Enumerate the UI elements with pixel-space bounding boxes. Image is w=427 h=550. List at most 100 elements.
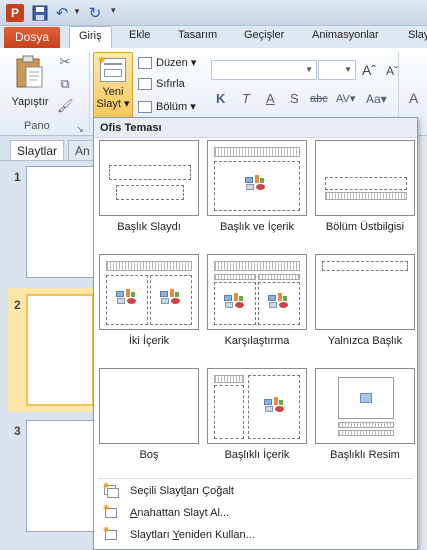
layout-name: Boş (139, 449, 159, 461)
menu-item-label: Seçili Slaytları Çoğalt (130, 485, 234, 497)
bold-button[interactable]: K (216, 91, 225, 106)
font-name-combobox[interactable]: ▼ (211, 60, 317, 80)
reset-button[interactable]: Sıfırla (138, 78, 185, 90)
duplicate-slides-menu-item[interactable]: ✷ Seçili Slaytları Çoğalt (98, 481, 413, 501)
undo-dropdown-icon[interactable]: ▼ (73, 7, 81, 16)
content-icons (245, 175, 267, 191)
layout-picture-with-caption[interactable]: Başlıklı Resim (314, 368, 416, 461)
group-separator (89, 52, 90, 132)
undo-icon[interactable]: ↶ (53, 4, 71, 22)
layout-blank[interactable]: Boş (98, 368, 200, 461)
title-placeholder (214, 261, 300, 271)
title-bar: P ↶ ▼ ↻ ▾ (0, 0, 427, 26)
cut-icon[interactable]: ✂ (57, 54, 73, 70)
layout-name: İki İçerik (128, 335, 170, 347)
powerpoint-app-icon[interactable]: P (6, 4, 24, 22)
paste-label: Yapıştır (11, 96, 49, 108)
picture-icon (360, 393, 372, 403)
layout-name: Başlıklı Resim (330, 449, 400, 461)
content-icons (116, 289, 138, 305)
layout-comparison[interactable]: Karşılaştırma (206, 254, 308, 347)
redo-icon[interactable]: ↻ (86, 4, 104, 22)
title-placeholder (338, 422, 394, 428)
layout-icon (138, 56, 152, 69)
text-placeholder (214, 385, 244, 439)
paste-button[interactable]: Yapıştır (4, 54, 56, 114)
title-placeholder (214, 147, 300, 157)
slide-thumbnail[interactable] (26, 166, 94, 278)
slide-thumbnail[interactable] (26, 420, 94, 532)
layout-name: Başlıklı İçerik (224, 449, 290, 461)
layout-thumbnail (315, 368, 415, 444)
menu-item-label: Anahattan Slayt Al... (130, 507, 230, 519)
shrink-font-button[interactable]: Aˇ (386, 64, 398, 78)
new-slide-gallery: Ofis Teması Başlık Slaydı Başlık ve İçer… (93, 117, 418, 550)
gallery-header: Ofis Teması (94, 118, 417, 138)
title-placeholder (325, 177, 407, 190)
layout-section-header[interactable]: Bölüm Üstbilgisi (314, 140, 416, 233)
new-slide-button[interactable]: ✷ Yeni Slayt ▾ (93, 52, 133, 118)
menu-item-label: Slaytları Yeniden Kullan... (130, 529, 255, 541)
gallery-separator (98, 478, 413, 479)
layout-thumbnail (315, 254, 415, 330)
character-spacing-button[interactable]: AV▾ (336, 92, 355, 105)
grow-font-button[interactable]: Aˆ (362, 62, 376, 78)
strikethrough-button[interactable]: abc (310, 93, 328, 105)
subtitle-placeholder (116, 185, 184, 200)
layout-thumbnail (207, 368, 307, 444)
slide-number: 1 (14, 170, 21, 184)
slide-thumbnail-selected[interactable] (26, 294, 94, 406)
chevron-down-icon: ▼ (305, 65, 313, 74)
title-placeholder (214, 375, 244, 383)
layout-button[interactable]: Düzen ▾ (138, 56, 196, 69)
title-placeholder (322, 261, 408, 271)
outline-icon: ✷ (102, 503, 120, 521)
text-placeholder (338, 430, 394, 436)
heading-placeholder (258, 274, 300, 280)
reset-icon (138, 78, 152, 90)
tab-insert[interactable]: Ekle (129, 29, 150, 41)
format-painter-icon[interactable]: 🖌 (57, 98, 74, 114)
underline-button[interactable]: A (266, 91, 275, 106)
layout-name: Başlık ve İçerik (220, 221, 294, 233)
layout-content-with-caption[interactable]: Başlıklı İçerik (206, 368, 308, 461)
shadow-button[interactable]: S (290, 91, 299, 106)
slide-number: 3 (14, 424, 21, 438)
new-slide-label-line1: Yeni (102, 86, 124, 98)
layout-title-slide[interactable]: Başlık Slaydı (98, 140, 200, 233)
content-icons (264, 397, 286, 413)
layout-thumbnail (99, 368, 199, 444)
layout-title-and-content[interactable]: Başlık ve İçerik (206, 140, 308, 233)
tab-slideshow[interactable]: Slay (408, 29, 427, 41)
clipboard-icon (15, 54, 45, 90)
layout-name: Yalnızca Başlık (327, 335, 403, 347)
layout-thumbnail (99, 254, 199, 330)
font-size-combobox[interactable]: ▼ (318, 60, 356, 80)
tab-animations[interactable]: Animasyonlar (312, 29, 379, 41)
reuse-slides-icon: ✷ (102, 525, 120, 543)
reuse-slides-menu-item[interactable]: ✷ Slaytları Yeniden Kullan... (98, 525, 413, 545)
layout-thumbnail (207, 254, 307, 330)
tab-transitions[interactable]: Geçişler (244, 29, 284, 41)
copy-icon[interactable]: ⧉ (57, 76, 73, 92)
tab-file[interactable]: Dosya (4, 27, 60, 48)
customize-qat-icon[interactable]: ▾ (111, 5, 116, 16)
content-icons (160, 289, 182, 305)
tab-design[interactable]: Tasarım (178, 29, 217, 41)
section-icon (138, 100, 152, 113)
font-color-button[interactable]: A (409, 90, 418, 106)
slides-from-outline-menu-item[interactable]: ✷ Anahattan Slayt Al... (98, 503, 413, 523)
title-placeholder (106, 261, 192, 271)
italic-button[interactable]: T (242, 91, 250, 106)
section-button[interactable]: Bölüm ▾ (138, 100, 196, 113)
tab-home[interactable]: Giriş (69, 26, 112, 48)
text-placeholder (325, 192, 407, 200)
layout-title-only[interactable]: Yalnızca Başlık (314, 254, 416, 347)
save-icon[interactable] (31, 4, 49, 22)
clipboard-dialog-launcher-icon[interactable]: ↘ (72, 121, 88, 137)
layout-two-content[interactable]: İki İçerik (98, 254, 200, 347)
slide-number: 2 (14, 298, 21, 312)
change-case-button[interactable]: Aa▾ (366, 92, 387, 106)
layout-thumbnail (315, 140, 415, 216)
tab-slides[interactable]: Slaytlar (10, 140, 65, 160)
